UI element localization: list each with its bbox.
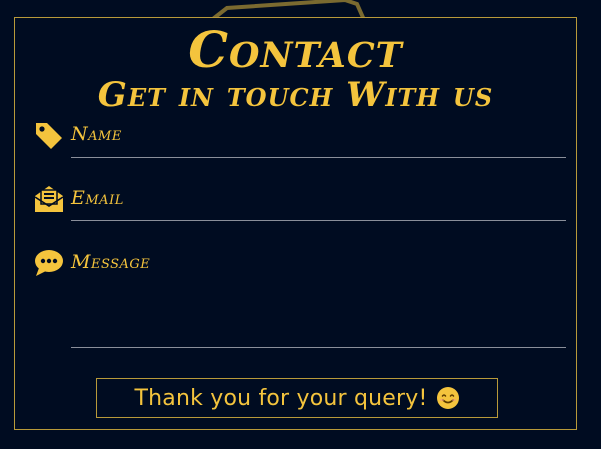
smiley-icon	[436, 386, 460, 410]
email-field[interactable]: Email	[33, 183, 566, 223]
name-label: Name	[71, 123, 122, 145]
email-underline	[71, 220, 566, 221]
submit-button[interactable]: Thank you for your query!	[96, 378, 498, 418]
submit-label: Thank you for your query!	[134, 385, 428, 411]
contact-form-card: Contact Get in touch With us Name Email	[14, 17, 577, 430]
page-title: Contact	[188, 20, 403, 79]
speech-bubble-icon	[33, 247, 65, 279]
message-label: Message	[71, 251, 151, 273]
tag-icon	[33, 119, 65, 151]
name-field[interactable]: Name	[33, 119, 566, 159]
name-underline	[71, 157, 566, 158]
email-label: Email	[71, 187, 124, 209]
message-field[interactable]: Message	[33, 247, 566, 350]
page-subtitle: Get in touch With us	[97, 75, 494, 115]
message-underline	[71, 347, 566, 348]
envelope-open-icon	[33, 183, 65, 215]
